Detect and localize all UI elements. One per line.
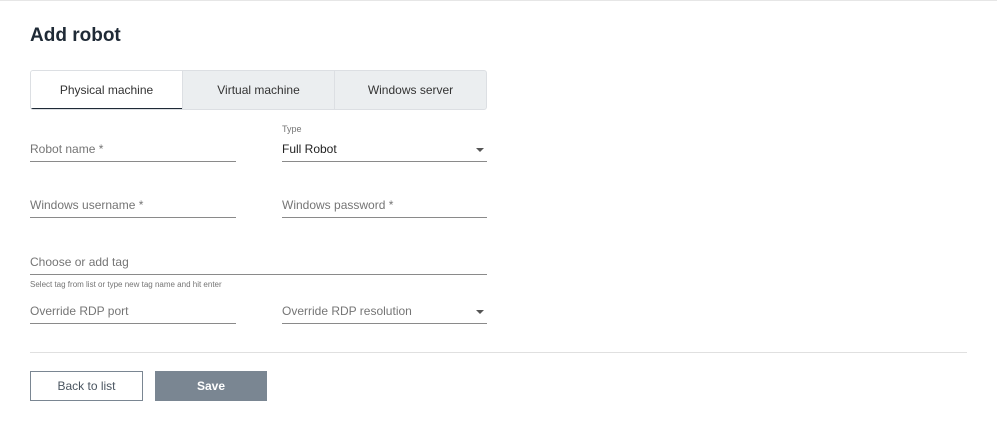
type-select[interactable]: Type Full Robot	[282, 124, 487, 162]
windows-username-placeholder: Windows username *	[30, 198, 144, 212]
machine-type-tabs: Physical machine Virtual machine Windows…	[30, 70, 487, 110]
tab-windows-server[interactable]: Windows server	[334, 71, 486, 109]
robot-name-input[interactable]: Robot name *	[30, 142, 236, 162]
windows-password-input[interactable]: Windows password *	[282, 198, 487, 218]
top-border	[0, 0, 997, 1]
save-button[interactable]: Save	[155, 371, 267, 401]
type-value: Full Robot	[282, 142, 337, 156]
windows-password-placeholder: Windows password *	[282, 198, 394, 212]
tab-virtual-machine[interactable]: Virtual machine	[182, 71, 334, 109]
robot-name-placeholder: Robot name *	[30, 142, 104, 156]
rdp-port-input[interactable]: Override RDP port	[30, 304, 236, 324]
tag-placeholder: Choose or add tag	[30, 255, 129, 269]
back-to-list-button[interactable]: Back to list	[30, 371, 143, 401]
chevron-down-icon	[476, 148, 484, 152]
page-title: Add robot	[30, 25, 121, 46]
windows-username-input[interactable]: Windows username *	[30, 198, 236, 218]
tag-input[interactable]: Choose or add tag	[30, 255, 487, 275]
rdp-resolution-select[interactable]: Override RDP resolution	[282, 304, 487, 324]
chevron-down-icon	[476, 310, 484, 314]
rdp-port-placeholder: Override RDP port	[30, 304, 129, 318]
rdp-resolution-placeholder: Override RDP resolution	[282, 304, 412, 318]
divider	[30, 352, 967, 353]
tab-physical-machine[interactable]: Physical machine	[31, 71, 182, 109]
tag-hint: Select tag from list or type new tag nam…	[30, 280, 222, 289]
type-label: Type	[282, 124, 302, 134]
